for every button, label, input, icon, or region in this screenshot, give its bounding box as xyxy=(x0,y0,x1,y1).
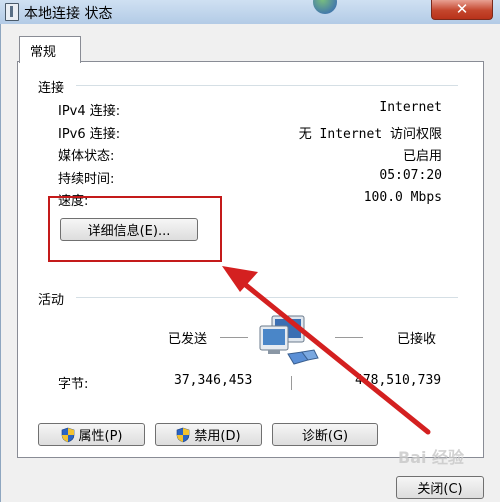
bytes-received-value: 478,510,739 xyxy=(355,373,442,388)
globe-icon xyxy=(313,0,337,14)
disable-button-label: 禁用(D) xyxy=(194,429,241,444)
duration-value: 05:07:20 xyxy=(379,168,442,183)
disable-button[interactable]: 禁用(D) xyxy=(155,423,262,446)
media-state-label: 媒体状态: xyxy=(58,149,115,164)
uac-shield-icon xyxy=(177,427,190,442)
activity-group-divider xyxy=(76,297,458,299)
sent-dash xyxy=(220,337,248,338)
speed-value: 100.0 Mbps xyxy=(363,190,442,205)
activity-group-label: 活动 xyxy=(38,293,65,308)
close-button-label: 关闭(C) xyxy=(417,482,463,497)
uac-shield-icon xyxy=(61,427,74,442)
tab-general[interactable]: 常规 xyxy=(19,36,81,63)
activity-divider-tick xyxy=(291,376,292,390)
network-connection-icon xyxy=(5,3,19,21)
bytes-label: 字节: xyxy=(58,377,89,392)
bytes-sent-value: 37,346,453 xyxy=(174,373,253,388)
media-state-value: 已启用 xyxy=(402,149,442,164)
ipv4-label: IPv4 连接: xyxy=(58,104,121,119)
close-button[interactable]: 关闭(C) xyxy=(396,476,484,499)
ipv6-value: 无 Internet 访问权限 xyxy=(298,127,442,142)
connection-group-label: 连接 xyxy=(38,81,65,96)
watermark: Bai 经验 xyxy=(398,448,465,467)
diagnose-button[interactable]: 诊断(G) xyxy=(272,423,378,446)
diagnose-button-label: 诊断(G) xyxy=(301,429,349,444)
sent-label: 已发送 xyxy=(168,332,208,347)
received-dash xyxy=(335,337,363,338)
window-close-button[interactable]: ✕ xyxy=(431,0,493,20)
properties-button-label: 属性(P) xyxy=(78,429,123,444)
highlight-box xyxy=(48,196,222,262)
ipv6-label: IPv6 连接: xyxy=(58,127,121,142)
received-label: 已接收 xyxy=(397,332,437,347)
title-bar: 本地连接 状态 ✕ xyxy=(0,0,500,24)
ipv4-value: Internet xyxy=(379,100,442,115)
window-title: 本地连接 状态 xyxy=(24,6,113,22)
network-computers-icon xyxy=(259,315,319,365)
connection-group-divider xyxy=(76,85,458,87)
properties-button[interactable]: 属性(P) xyxy=(38,423,145,446)
duration-label: 持续时间: xyxy=(58,172,115,187)
tab-general-label: 常规 xyxy=(30,45,57,60)
